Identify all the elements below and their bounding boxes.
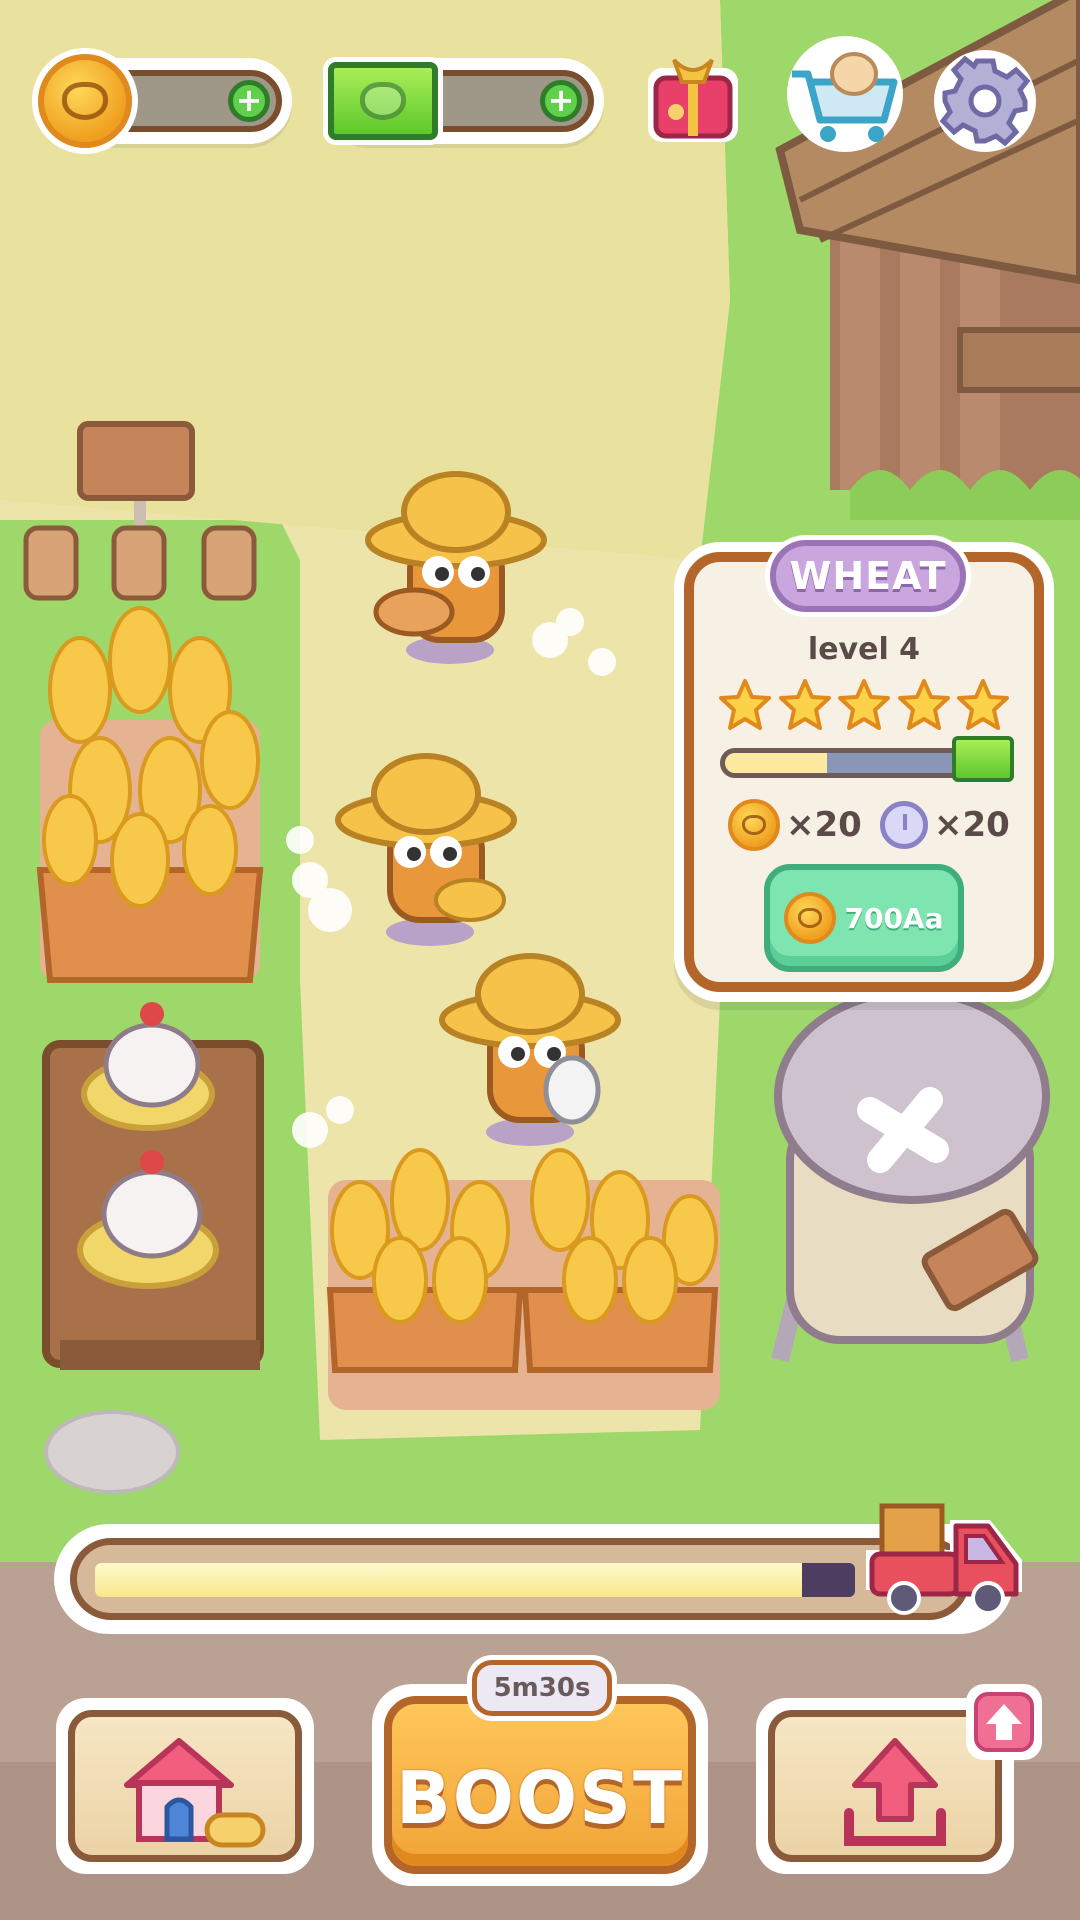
flour-mill [771,988,1050,1363]
star-icon [778,679,831,730]
coin-counter: + [38,54,292,148]
level-stars [718,678,1010,732]
boost-button[interactable]: BOOST 5m30s [372,1660,708,1886]
boost-label: BOOST [395,1756,685,1840]
pig-coin-icon [38,54,132,148]
chicken-coop [42,1002,264,1370]
coin-multiplier-text: ×20 [786,805,862,845]
panel-level: level 4 [807,632,921,667]
pig-coin-icon [728,799,780,851]
cash-icon [952,736,1014,782]
boost-timer: 5m30s [472,1660,612,1716]
upgrade-buy-button[interactable]: 700Aa [764,864,964,972]
wheat-field-left [36,606,264,983]
time-multiplier: ×20 [880,798,1010,852]
home-button[interactable] [56,1698,314,1874]
panel-title: WHEAT [770,540,966,612]
star-icon [719,679,771,730]
shop-cart-icon [787,36,903,152]
pig-cash-icon [328,62,438,140]
time-multiplier-text: ×20 [934,805,1010,845]
settings-gear-icon [939,55,1031,147]
coin-multiplier: ×20 [728,798,862,852]
gift-button[interactable] [644,50,742,146]
star-icon [897,679,950,730]
cash-counter: + [324,58,604,144]
delivery-meter [95,1563,855,1597]
upgrade-notification-badge [966,1684,1042,1760]
settings-button[interactable] [934,50,1036,152]
add-coins-button[interactable]: + [228,80,270,122]
delivery-fill [95,1563,802,1597]
wheat-field-center [326,1148,720,1410]
add-cash-button[interactable]: + [540,80,582,122]
stopwatch-icon [880,801,928,849]
shop-button[interactable] [780,34,903,152]
upgrade-progress-fill [725,753,828,773]
crop-info-panel: WHEAT level 4 ×20 ×20 700Aa [684,540,1044,992]
upgrade-cost: 700Aa [844,901,944,935]
pig-coin-icon [784,892,837,944]
arrow-up-icon [986,1704,1022,1740]
home-icon [124,1738,266,1848]
delivery-track [70,1538,970,1620]
star-icon [957,679,1009,730]
gift-icon [648,58,738,142]
delivery-truck-icon[interactable] [860,1480,1030,1630]
star-icon [838,679,890,730]
upgrade-progress-bar [720,748,986,778]
upload-arrow-icon [844,1738,946,1846]
